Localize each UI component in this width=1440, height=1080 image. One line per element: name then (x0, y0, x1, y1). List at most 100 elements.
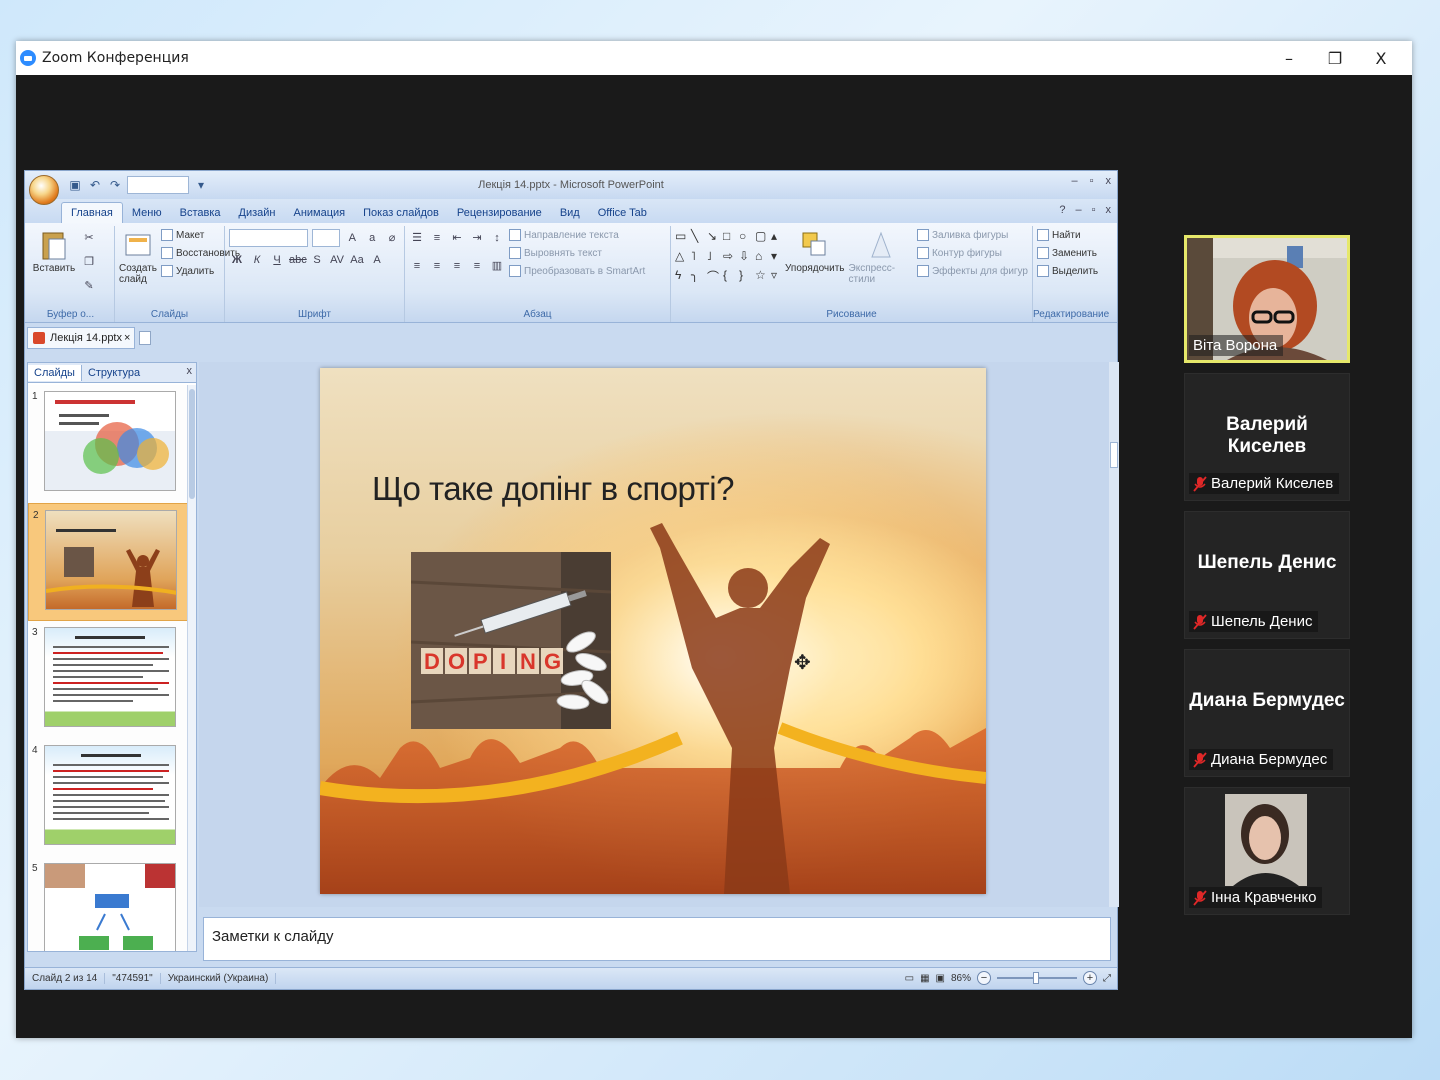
indent-more-icon[interactable]: ⇥ (469, 229, 485, 247)
ppt-close-icon[interactable]: x (1106, 175, 1112, 187)
star-shape-icon[interactable]: ☆ (755, 268, 769, 289)
flowchart-shape-icon[interactable]: ⌂ (755, 249, 769, 267)
clear-format-icon[interactable]: ⌀ (384, 229, 400, 247)
close-button[interactable]: X (1358, 41, 1404, 75)
replace-button[interactable]: Заменить (1037, 247, 1098, 259)
sorter-view-icon[interactable]: ▦ (920, 973, 929, 984)
office-button[interactable] (29, 175, 59, 205)
indent-less-icon[interactable]: ⇤ (449, 229, 465, 247)
participant-tile[interactable]: Шепель Денис Шепель Денис (1184, 511, 1350, 639)
elbow-shape-icon[interactable]: ˥ (691, 249, 705, 267)
tab-menu[interactable]: Меню (123, 203, 171, 223)
select-button[interactable]: Выделить (1037, 265, 1098, 277)
slide-scrollbar[interactable] (1109, 362, 1119, 907)
slide-notes[interactable]: Заметки к слайду (203, 917, 1111, 961)
line-shape-icon[interactable]: ╲ (691, 229, 705, 247)
tab-office-tab[interactable]: Office Tab (589, 203, 656, 223)
restore-button[interactable]: ❐ (1312, 41, 1358, 75)
doc-tab-lecture[interactable]: Лекція 14.pptx × (27, 327, 135, 349)
arrow-shape-icon[interactable]: ↘ (707, 229, 721, 247)
smartart-button[interactable]: Преобразовать в SmartArt (509, 265, 645, 277)
paste-button[interactable]: Вставить (31, 229, 77, 304)
normal-view-icon[interactable]: ▭ (905, 973, 914, 984)
status-language[interactable]: Украинский (Украина) (161, 973, 277, 984)
doc-close-icon[interactable]: x (1106, 204, 1112, 216)
tab-review[interactable]: Рецензирование (448, 203, 551, 223)
thumbnail-1[interactable]: 1 (28, 385, 188, 503)
more-shapes-icon[interactable]: ▴ (771, 229, 785, 247)
tab-slideshow[interactable]: Показ слайдов (354, 203, 448, 223)
thumbnail-4[interactable]: 4 (28, 739, 188, 857)
brace-right-shape-icon[interactable]: } (739, 268, 753, 289)
arrange-button[interactable]: Упорядочить (785, 229, 845, 304)
arc-shape-icon[interactable]: ⌒ (707, 268, 721, 289)
zoom-in-icon[interactable]: + (1083, 971, 1097, 985)
format-painter-icon[interactable]: ✎ (81, 277, 97, 295)
new-tab-icon[interactable] (139, 331, 151, 345)
shapes-gallery[interactable]: ▭ ╲ ↘ □ ○ ▢ ▴ △ ˥ ˩ ⇨ ⇩ ⌂ ▾ ϟ ╮ ⌒{} ☆ ▿ (675, 229, 781, 289)
align-left-icon[interactable]: ≡ (409, 257, 425, 275)
slide-title[interactable]: Що таке допінг в спорті? (372, 470, 734, 508)
shapes-scroll-icon[interactable]: ▾ (771, 249, 785, 267)
new-slide-button[interactable]: Создать слайд (119, 229, 157, 304)
tab-home[interactable]: Главная (61, 202, 123, 223)
slide-scroll-thumb[interactable] (1110, 442, 1118, 468)
help-icon[interactable]: ? (1059, 204, 1065, 216)
zoom-level[interactable]: 86% (951, 973, 971, 984)
align-text-button[interactable]: Выровнять текст (509, 247, 645, 259)
textbox-shape-icon[interactable]: ▭ (675, 229, 689, 247)
doc-minimize-icon[interactable]: – (1075, 204, 1081, 216)
right-arrow-shape-icon[interactable]: ⇨ (723, 249, 737, 267)
cut-icon[interactable]: ✂ (81, 229, 97, 247)
participant-tile[interactable]: Диана Бермудес Диана Бермудес (1184, 649, 1350, 777)
minimize-button[interactable]: – (1266, 41, 1312, 75)
align-right-icon[interactable]: ≡ (449, 257, 465, 275)
thumbnail-3[interactable]: 3 (28, 621, 188, 739)
current-slide[interactable]: Що таке допінг в спорті? D O P I N G ✥ (320, 368, 986, 894)
tab-insert[interactable]: Вставка (171, 203, 230, 223)
strike-icon[interactable]: abc (289, 251, 307, 269)
participant-tile[interactable]: Валерий Киселев Валерий Киселев (1184, 373, 1350, 501)
tab-view[interactable]: Вид (551, 203, 589, 223)
line-spacing-icon[interactable]: ↕ (489, 229, 505, 247)
zoom-slider-knob[interactable] (1033, 972, 1039, 984)
tab-outline[interactable]: Структура (82, 365, 146, 381)
rounded-rect-shape-icon[interactable]: ▢ (755, 229, 769, 247)
quick-styles-button[interactable]: Экспресс-стили (849, 229, 913, 304)
rect-shape-icon[interactable]: □ (723, 229, 737, 247)
bold-icon[interactable]: Ж (229, 251, 245, 269)
font-size-combo[interactable] (312, 229, 341, 247)
align-center-icon[interactable]: ≡ (429, 257, 445, 275)
participant-tile-active[interactable]: Віта Ворона (1184, 235, 1350, 363)
doping-picture[interactable]: D O P I N G (411, 552, 611, 729)
case-icon[interactable]: Aa (349, 251, 365, 269)
participant-tile[interactable]: Інна Кравченко (1184, 787, 1350, 915)
thumbnail-5[interactable]: 5 (28, 857, 188, 951)
zoom-out-icon[interactable]: − (977, 971, 991, 985)
text-direction-button[interactable]: Направление текста (509, 229, 645, 241)
tab-slides[interactable]: Слайды (28, 364, 82, 381)
font-name-combo[interactable] (229, 229, 309, 247)
doc-restore-icon[interactable]: ▫ (1092, 204, 1096, 216)
bullets-icon[interactable]: ☰ (409, 229, 425, 247)
shapes-expand-icon[interactable]: ▿ (771, 268, 785, 289)
tab-design[interactable]: Дизайн (230, 203, 285, 223)
oval-shape-icon[interactable]: ○ (739, 229, 753, 247)
underline-icon[interactable]: Ч (269, 251, 285, 269)
lightning-shape-icon[interactable]: ϟ (675, 268, 689, 289)
shape-outline-button[interactable]: Контур фигуры (916, 247, 1028, 259)
triangle-shape-icon[interactable]: △ (675, 249, 689, 267)
ppt-restore-icon[interactable]: ▫ (1090, 175, 1094, 187)
brace-left-shape-icon[interactable]: { (723, 268, 737, 289)
shape-effects-button[interactable]: Эффекты для фигур (916, 265, 1028, 277)
scroll-thumb[interactable] (189, 389, 195, 499)
grow-font-icon[interactable]: A (344, 229, 360, 247)
ppt-minimize-icon[interactable]: – (1071, 175, 1077, 187)
doc-tab-close-icon[interactable]: × (124, 332, 130, 344)
copy-icon[interactable]: ❐ (81, 253, 97, 271)
thumbnail-scrollbar[interactable] (187, 385, 196, 951)
zoom-slider[interactable] (997, 972, 1077, 984)
tab-animation[interactable]: Анимация (284, 203, 354, 223)
thumbnail-2[interactable]: 2 (28, 503, 188, 621)
columns-icon[interactable]: ▥ (489, 257, 505, 275)
